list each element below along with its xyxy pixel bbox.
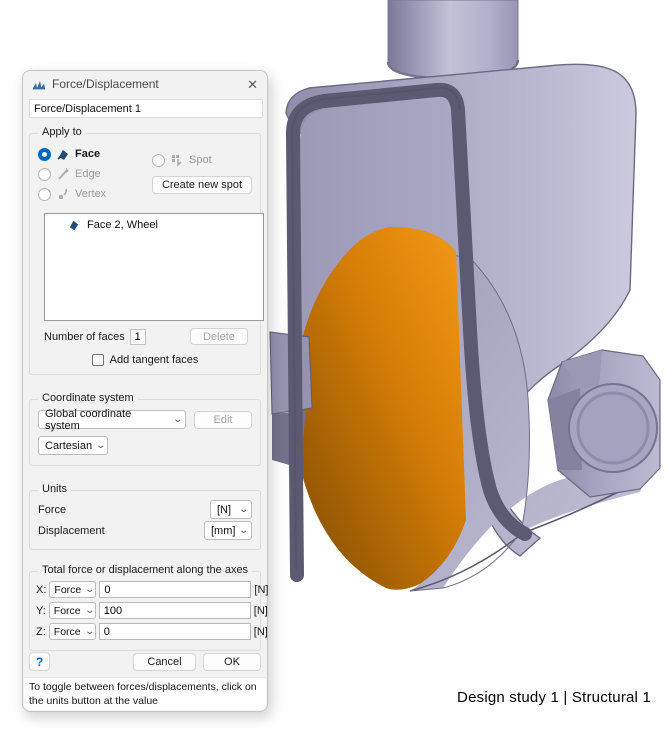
- force-displacement-dialog: Force/Displacement ✕ Apply to Face: [22, 70, 268, 712]
- status-study-label: Design study 1 | Structural 1: [457, 689, 651, 706]
- list-item[interactable]: Face 2, Wheel: [45, 214, 263, 232]
- y-value-input[interactable]: [98, 602, 251, 619]
- z-axis-label: Z:: [36, 625, 46, 638]
- radio-row-vertex[interactable]: Vertex: [38, 184, 152, 204]
- dialog-prompt-text: To toggle between forces/displacements, …: [24, 677, 266, 710]
- vertex-radio[interactable]: [38, 187, 51, 201]
- face-radio[interactable]: [38, 147, 51, 161]
- y-axis-label: Y:: [36, 604, 46, 617]
- add-tangent-label: Add tangent faces: [109, 354, 199, 366]
- radio-row-spot[interactable]: Spot: [152, 150, 252, 170]
- face-icon: [67, 218, 81, 232]
- face-radio-label: Face: [75, 148, 101, 160]
- chevron-down-icon: ⌄: [171, 413, 183, 425]
- radio-row-edge[interactable]: Edge: [38, 164, 152, 184]
- displacement-unit-value: [mm]: [211, 524, 236, 537]
- selected-faces-list[interactable]: Face 2, Wheel: [44, 213, 264, 321]
- spot-radio[interactable]: [152, 153, 165, 167]
- chevron-down-icon: ⌄: [237, 503, 249, 515]
- number-of-faces-value: [129, 328, 146, 345]
- list-item-label: Face 2, Wheel: [87, 219, 158, 231]
- force-unit-label: Force: [38, 503, 67, 516]
- displacement-unit-label: Displacement: [38, 524, 105, 537]
- vertex-radio-label: Vertex: [75, 188, 107, 200]
- axes-group-label: Total force or displacement along the ax…: [38, 564, 253, 576]
- edge-radio-label: Edge: [75, 168, 101, 180]
- ok-button[interactable]: OK: [203, 652, 261, 671]
- coordinate-system-value: Global coordinate system: [45, 407, 132, 432]
- chevron-down-icon: ⌄: [83, 625, 95, 637]
- app-window: Design study 1 | Structural 1 Force/Disp…: [0, 0, 669, 730]
- number-of-faces-label: Number of faces: [44, 330, 125, 343]
- vertex-icon: [56, 187, 70, 201]
- apply-to-group: Apply to Face Edge Vertex Spot Create ne…: [29, 126, 264, 375]
- add-tangent-faces-row[interactable]: Add tangent faces: [30, 354, 260, 366]
- units-label: Units: [38, 483, 72, 495]
- edit-button[interactable]: Edit: [194, 410, 252, 429]
- x-axis-label: X:: [36, 583, 47, 596]
- coordinate-type-value: Cartesian: [45, 439, 93, 452]
- z-mode-select[interactable]: Force ⌄: [48, 623, 96, 640]
- cancel-button[interactable]: Cancel: [133, 652, 196, 671]
- edge-radio[interactable]: [38, 167, 51, 181]
- y-mode-select[interactable]: Force ⌄: [48, 602, 96, 619]
- help-button[interactable]: ?: [29, 652, 50, 671]
- axis-row-z: Z: Force ⌄ [N]: [36, 623, 268, 640]
- apply-to-label: Apply to: [38, 126, 86, 138]
- axes-group: Total force or displacement along the ax…: [29, 564, 268, 651]
- chevron-down-icon: ⌄: [84, 583, 96, 595]
- z-unit-button[interactable]: [N]: [254, 626, 268, 638]
- add-tangent-checkbox[interactable]: [91, 354, 104, 366]
- edge-icon: [56, 167, 70, 181]
- coordinate-system-group: Coordinate system Global coordinate syst…: [29, 392, 261, 466]
- face-icon: [56, 147, 70, 161]
- chevron-down-icon: ⌄: [95, 439, 107, 451]
- x-unit-button[interactable]: [N]: [254, 584, 268, 596]
- x-value-input[interactable]: [99, 581, 252, 598]
- z-value-input[interactable]: [98, 623, 251, 640]
- chevron-down-icon: ⌄: [83, 604, 95, 616]
- displacement-unit-select[interactable]: [mm] ⌄: [204, 521, 252, 540]
- coordinate-system-select[interactable]: Global coordinate system ⌄: [38, 407, 186, 432]
- force-unit-value: [N]: [217, 503, 232, 516]
- chevron-down-icon: ⌄: [238, 524, 250, 536]
- force-displacement-icon: [32, 77, 46, 91]
- x-mode-select[interactable]: Force ⌄: [49, 581, 97, 598]
- coordinate-type-select[interactable]: Cartesian ⌄: [38, 436, 108, 455]
- z-mode-value: Force: [53, 625, 81, 638]
- y-mode-value: Force: [53, 604, 81, 617]
- load-name-input[interactable]: [29, 99, 263, 118]
- x-mode-value: Force: [54, 583, 82, 596]
- spot-radio-label: Spot: [189, 154, 212, 166]
- units-group: Units Force [N] ⌄ Displacement [mm] ⌄: [29, 483, 261, 550]
- force-unit-select[interactable]: [N] ⌄: [210, 500, 252, 519]
- dialog-titlebar[interactable]: Force/Displacement ✕: [23, 71, 267, 97]
- axis-row-x: X: Force ⌄ [N]: [36, 581, 268, 598]
- coordinate-system-label: Coordinate system: [38, 392, 138, 404]
- spot-icon: [170, 153, 184, 167]
- create-new-spot-button[interactable]: Create new spot: [152, 176, 252, 194]
- dialog-title: Force/Displacement: [52, 77, 159, 91]
- radio-row-face[interactable]: Face: [38, 144, 152, 164]
- y-unit-button[interactable]: [N]: [254, 605, 268, 617]
- close-icon[interactable]: ✕: [247, 78, 258, 91]
- delete-button[interactable]: Delete: [190, 328, 248, 345]
- axis-row-y: Y: Force ⌄ [N]: [36, 602, 268, 619]
